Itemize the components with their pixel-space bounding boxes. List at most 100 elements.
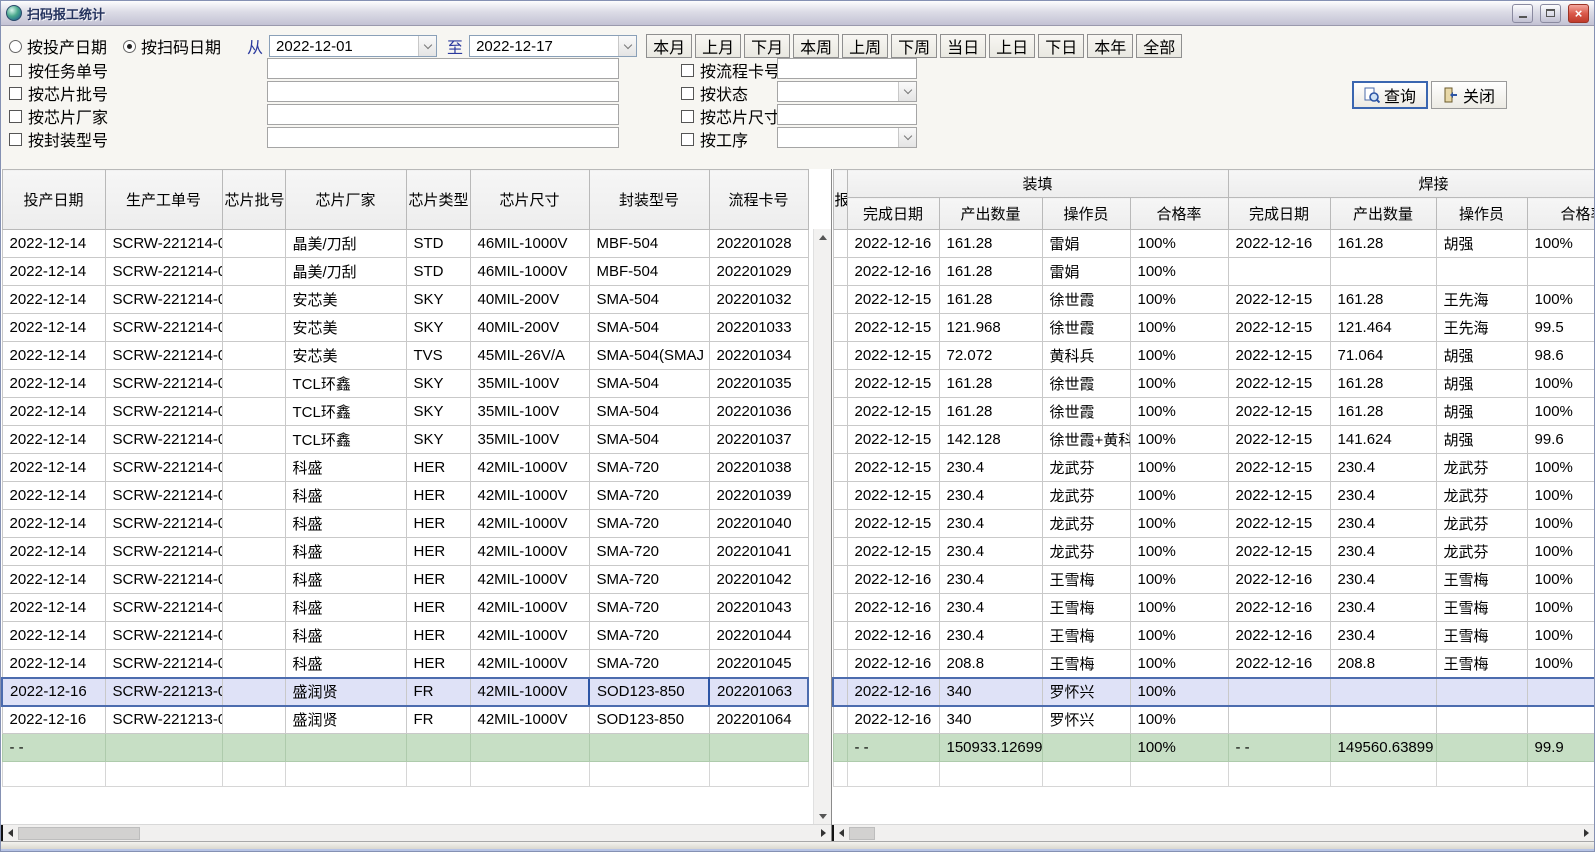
scroll-right-button[interactable] [1578, 825, 1594, 842]
group-header-welding[interactable]: 焊接 [1228, 170, 1594, 198]
cell[interactable]: SCRW-221214-0 [105, 398, 222, 426]
checkbox-icon[interactable] [9, 64, 22, 77]
cell[interactable]: 胡强 [1436, 230, 1527, 258]
cell[interactable]: 45MIL-26V/A [470, 342, 589, 370]
cell[interactable]: 100% [1130, 538, 1228, 566]
table-row[interactable]: 2022-12-14SCRW-221214-0科盛HER42MIL-1000VS… [2, 454, 808, 482]
cell[interactable]: 161.28 [939, 258, 1042, 286]
radio-icon[interactable] [9, 40, 22, 53]
cell[interactable]: 40MIL-200V [470, 286, 589, 314]
cell[interactable] [222, 314, 285, 342]
cell[interactable]: 100% [1527, 398, 1594, 426]
cell[interactable]: SCRW-221214-0 [105, 482, 222, 510]
cell[interactable]: 2022-12-14 [2, 622, 105, 650]
cell[interactable] [222, 258, 285, 286]
checkbox-icon[interactable] [9, 87, 22, 100]
cell[interactable]: HER [406, 594, 470, 622]
quick-range-button[interactable]: 上周 [842, 34, 888, 58]
cell[interactable]: HER [406, 510, 470, 538]
cell[interactable]: 2022-12-14 [2, 426, 105, 454]
cell[interactable]: 42MIL-1000V [470, 622, 589, 650]
cell[interactable]: 100% [1130, 650, 1228, 678]
quick-range-button[interactable]: 上日 [989, 34, 1035, 58]
horizontal-scrollbar-left[interactable] [1, 824, 831, 841]
cell[interactable]: MBF-504 [589, 258, 709, 286]
cell[interactable]: 100% [1527, 454, 1594, 482]
table-row[interactable]: 2022-12-15230.4龙武芬100%2022-12-15230.4龙武芬… [833, 482, 1594, 510]
table-row[interactable]: 2022-12-15161.28徐世霞100%2022-12-15161.28胡… [833, 398, 1594, 426]
cell[interactable]: 230.4 [1330, 538, 1436, 566]
cell[interactable]: 202201064 [709, 706, 808, 734]
cell[interactable]: 龙武芬 [1042, 510, 1130, 538]
table-row[interactable]: 2022-12-1572.072黄科兵100%2022-12-1571.064胡… [833, 342, 1594, 370]
cell[interactable]: SMA-504 [589, 370, 709, 398]
cell[interactable]: 100% [1130, 230, 1228, 258]
cell[interactable]: STD [406, 230, 470, 258]
cell[interactable]: 46MIL-1000V [470, 230, 589, 258]
quick-range-button[interactable]: 下周 [891, 34, 937, 58]
column-header[interactable]: 芯片类型 [406, 170, 470, 230]
table-row[interactable]: 2022-12-15230.4龙武芬100%2022-12-15230.4龙武芬… [833, 538, 1594, 566]
cell[interactable]: SKY [406, 286, 470, 314]
cell[interactable]: 2022-12-14 [2, 650, 105, 678]
cell[interactable] [1228, 706, 1330, 734]
cell[interactable]: 2022-12-14 [2, 370, 105, 398]
cell[interactable]: 2022-12-14 [2, 538, 105, 566]
cell[interactable]: 徐世霞 [1042, 314, 1130, 342]
table-row[interactable]: 2022-12-15121.968徐世霞100%2022-12-15121.46… [833, 314, 1594, 342]
cell[interactable]: SCRW-221214-0 [105, 622, 222, 650]
cell[interactable]: 2022-12-15 [1228, 482, 1330, 510]
query-button[interactable]: 查询 [1352, 81, 1428, 109]
cell[interactable]: 龙武芬 [1436, 538, 1527, 566]
cell[interactable]: 208.8 [939, 650, 1042, 678]
cell[interactable]: 161.28 [1330, 230, 1436, 258]
cell[interactable]: 99.5 [1527, 314, 1594, 342]
cell[interactable]: 徐世霞 [1042, 286, 1130, 314]
filter-by-status[interactable]: 按状态 [681, 82, 748, 104]
cell[interactable]: 龙武芬 [1436, 454, 1527, 482]
table-row[interactable]: 2022-12-14SCRW-221214-0科盛HER42MIL-1000VS… [2, 482, 808, 510]
quick-range-button[interactable]: 当日 [940, 34, 986, 58]
radio-icon-checked[interactable] [123, 40, 136, 53]
cell[interactable]: 2022-12-15 [847, 342, 939, 370]
cell[interactable]: 42MIL-1000V [470, 482, 589, 510]
cell[interactable]: 42MIL-1000V [470, 678, 589, 706]
table-row[interactable]: 2022-12-15230.4龙武芬100%2022-12-15230.4龙武芬… [833, 454, 1594, 482]
cell[interactable] [222, 678, 285, 706]
scroll-up-button[interactable] [814, 229, 831, 245]
cell[interactable]: 230.4 [939, 538, 1042, 566]
column-header[interactable]: 完成日期 [847, 198, 939, 230]
cell[interactable] [222, 510, 285, 538]
table-row[interactable]: 2022-12-14SCRW-221214-0科盛HER42MIL-1000VS… [2, 622, 808, 650]
chip-size-input[interactable] [777, 104, 917, 125]
cell[interactable]: 72.072 [939, 342, 1042, 370]
chevron-down-icon[interactable] [898, 128, 916, 147]
cell[interactable]: SCRW-221214-0 [105, 454, 222, 482]
cell[interactable]: 100% [1527, 566, 1594, 594]
group-header-filling[interactable]: 装填 [847, 170, 1228, 198]
column-header[interactable]: 合格率 [1527, 198, 1594, 230]
cell[interactable]: 202201042 [709, 566, 808, 594]
cell[interactable]: 黄科兵 [1042, 342, 1130, 370]
cell[interactable]: 2022-12-15 [1228, 370, 1330, 398]
cell[interactable]: 202201040 [709, 510, 808, 538]
cell[interactable]: 2022-12-16 [847, 258, 939, 286]
cell[interactable]: 2022-12-16 [847, 706, 939, 734]
cell[interactable]: 2022-12-14 [2, 258, 105, 286]
cell[interactable]: 230.4 [1330, 510, 1436, 538]
cell[interactable]: 2022-12-16 [847, 622, 939, 650]
cell[interactable]: TCL环鑫 [285, 398, 406, 426]
table-row[interactable]: 2022-12-14SCRW-221214-0TCL环鑫SKY35MIL-100… [2, 398, 808, 426]
chip-lot-input[interactable] [267, 81, 619, 102]
cell[interactable]: 121.464 [1330, 314, 1436, 342]
table-row[interactable]: 2022-12-16340罗怀兴100% [833, 678, 1594, 706]
cell[interactable]: 2022-12-14 [2, 314, 105, 342]
filter-by-flow-card[interactable]: 按流程卡号 [681, 59, 780, 81]
radio-by-production-date[interactable]: 按投产日期 [9, 34, 107, 58]
cell[interactable]: 202201033 [709, 314, 808, 342]
cell[interactable] [1527, 678, 1594, 706]
process-select[interactable] [777, 127, 917, 148]
cell[interactable]: SMA-504 [589, 426, 709, 454]
cell[interactable]: 42MIL-1000V [470, 706, 589, 734]
cell[interactable]: SCRW-221214-0 [105, 594, 222, 622]
